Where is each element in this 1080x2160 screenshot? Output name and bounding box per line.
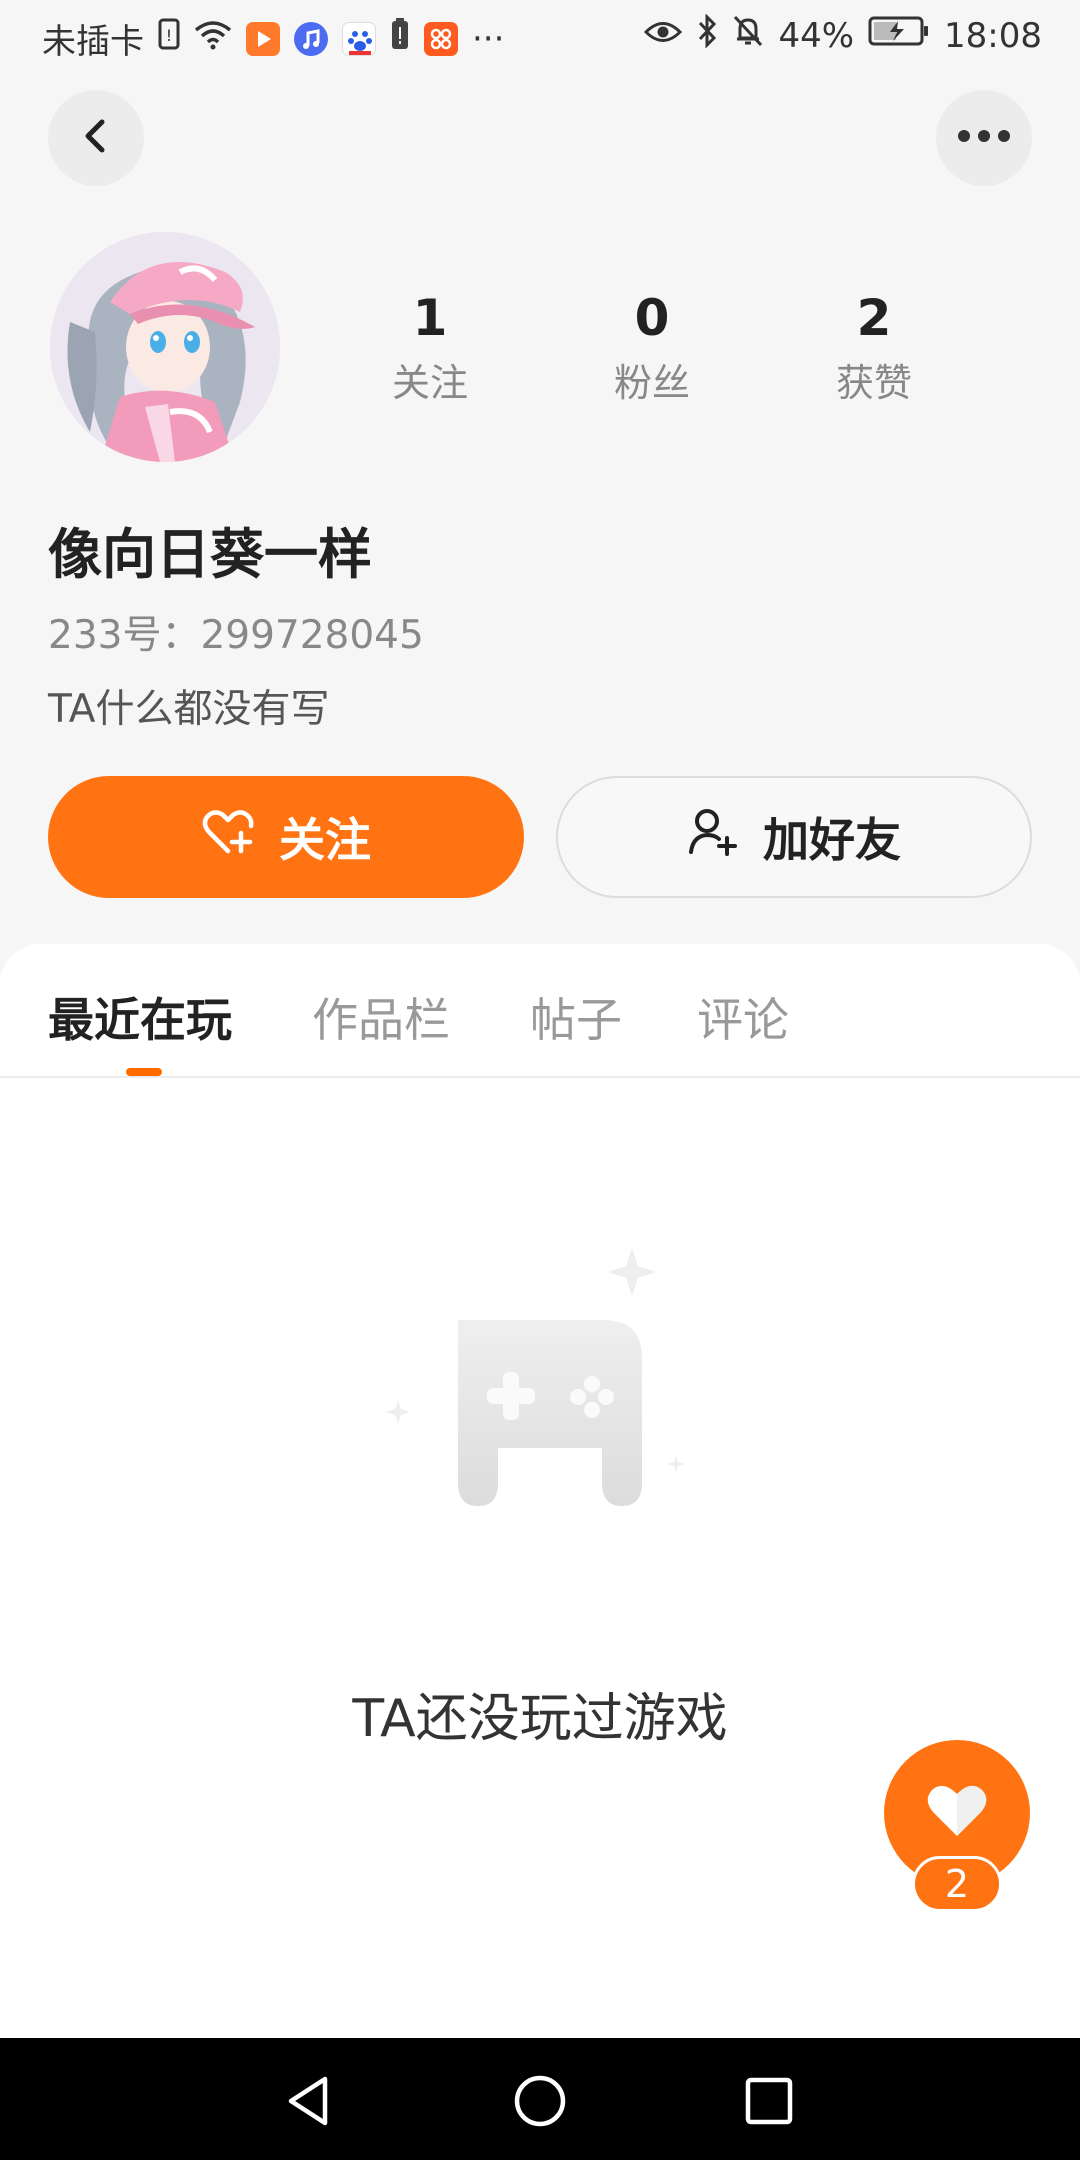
tab-works[interactable]: 作品栏 [312, 984, 450, 1050]
add-friend-button-label: 加好友 [763, 813, 901, 867]
system-nav-bar [0, 2038, 1080, 2160]
profile-stats: 1 关注 0 粉丝 2 获赞 [330, 288, 1030, 418]
user-id: 233号：299728045 [48, 613, 424, 658]
battery-alert-icon [390, 17, 410, 60]
battery-percent: 44% [778, 15, 855, 56]
tab-comments[interactable]: 评论 [697, 984, 789, 1050]
game-app-icon [424, 21, 458, 56]
add-friend-button[interactable]: 加好友 [556, 776, 1032, 898]
stat-likes-value: 2 [856, 289, 892, 347]
more-options-button[interactable] [936, 90, 1032, 186]
square-recents-icon [741, 2073, 797, 2133]
stat-likes[interactable]: 2 获赞 [774, 288, 974, 412]
username: 像向日葵一样 [48, 523, 372, 586]
tab-recently-played[interactable]: 最近在玩 [48, 984, 232, 1050]
user-bio: TA什么都没有写 [48, 687, 330, 732]
stat-followers-label: 粉丝 [613, 361, 690, 405]
follow-button[interactable]: 关注 [48, 776, 524, 898]
carrier-text: 未插卡 [42, 22, 144, 62]
eye-icon [644, 16, 683, 56]
stat-following[interactable]: 1 关注 [330, 288, 530, 412]
tab-bar: 最近在玩 作品栏 帖子 评论 [0, 944, 1080, 1078]
heart-icon [925, 1782, 989, 1844]
gamepad-icon [380, 1248, 700, 1518]
battery-charging-icon [868, 15, 930, 56]
status-bar: 未插卡 ! ··· 44% 18:08 [0, 0, 1080, 72]
baidu-app-icon [342, 21, 376, 56]
heart-plus-icon [201, 807, 255, 868]
music-app-icon [294, 21, 328, 56]
more-horizontal-icon [956, 128, 1012, 148]
stat-followers-value: 0 [634, 289, 670, 347]
status-bar-left: 未插卡 ! ··· [42, 14, 504, 63]
empty-state-message: TA还没玩过游戏 [352, 1689, 728, 1749]
stat-following-label: 关注 [391, 361, 468, 405]
stat-following-value: 1 [412, 289, 448, 347]
wifi-icon [194, 19, 232, 59]
avatar-illustration [50, 232, 280, 462]
user-plus-icon [687, 806, 739, 869]
chevron-left-icon [76, 116, 116, 160]
profile-screen: 未插卡 ! ··· 44% 18:08 1 关注 0 粉丝 2 获赞 像向日葵一… [0, 0, 1080, 2160]
avatar[interactable] [50, 232, 280, 462]
bell-off-icon [732, 14, 764, 57]
circle-home-icon [512, 2073, 568, 2133]
more-notifications-indicator: ··· [472, 18, 505, 59]
video-app-icon [246, 21, 280, 56]
nav-back-button[interactable] [264, 2058, 354, 2148]
tab-posts[interactable]: 帖子 [530, 984, 622, 1050]
like-count-badge: 2 [912, 1856, 1002, 1912]
svg-text:!: ! [166, 26, 172, 45]
status-bar-right: 44% 18:08 [644, 13, 1042, 57]
follow-button-label: 关注 [279, 813, 371, 867]
stat-followers[interactable]: 0 粉丝 [552, 288, 752, 412]
nav-recents-button[interactable] [724, 2058, 814, 2148]
back-button[interactable] [48, 90, 144, 186]
triangle-back-icon [281, 2073, 337, 2133]
tab-active-indicator [126, 1068, 162, 1076]
clock: 18:08 [944, 15, 1042, 56]
bluetooth-icon [696, 13, 718, 57]
stat-likes-label: 获赞 [835, 361, 912, 405]
sim-icon: ! [158, 18, 180, 59]
nav-home-button[interactable] [495, 2058, 585, 2148]
